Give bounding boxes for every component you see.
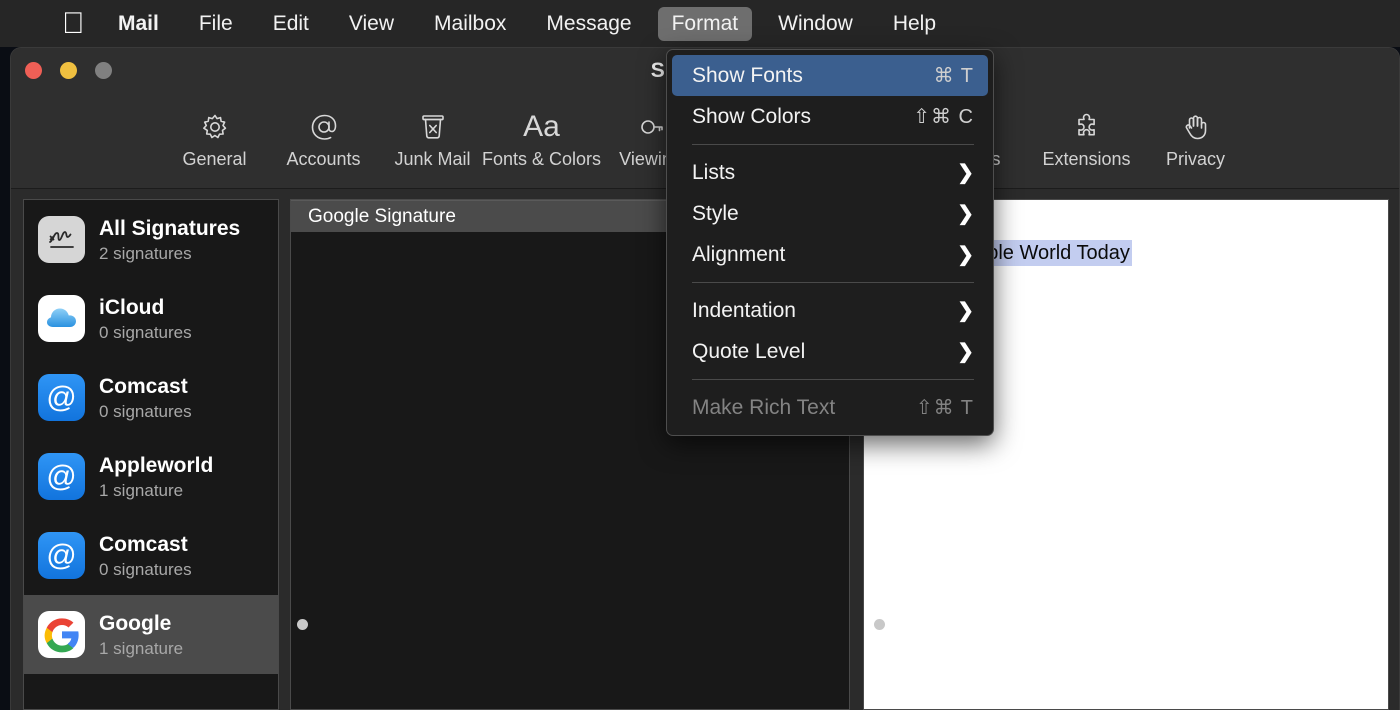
hand-icon bbox=[1179, 103, 1213, 151]
toolbar-item-accounts[interactable]: Accounts bbox=[269, 97, 378, 170]
at-sign-icon: @ bbox=[38, 532, 85, 579]
sidebar-account-name: Appleworld bbox=[99, 453, 213, 478]
accounts-sidebar: All Signatures2 signaturesiCloud0 signat… bbox=[23, 199, 279, 710]
sidebar-account-row[interactable]: iCloud0 signatures bbox=[24, 279, 278, 358]
toolbar-item-extensions[interactable]: Extensions bbox=[1032, 97, 1141, 170]
toolbar-item-privacy[interactable]: Privacy bbox=[1141, 97, 1250, 170]
key-icon bbox=[634, 103, 668, 151]
menu-item-label: Indentation bbox=[692, 299, 957, 323]
sidebar-account-row[interactable]: All Signatures2 signatures bbox=[24, 200, 278, 279]
menu-item-shortcut: ⇧⌘ C bbox=[913, 104, 974, 129]
sidebar-account-name: Comcast bbox=[99, 374, 192, 399]
sidebar-account-name: Google bbox=[99, 611, 183, 636]
sidebar-account-row[interactable]: @ Comcast0 signatures bbox=[24, 516, 278, 595]
at-sign-icon bbox=[307, 103, 341, 151]
menubar-item-mail[interactable]: Mail bbox=[104, 7, 173, 41]
menubar-item-message[interactable]: Message bbox=[532, 7, 645, 41]
menu-item-label: Show Fonts bbox=[692, 64, 934, 88]
sidebar-account-text: Appleworld1 signature bbox=[99, 453, 213, 501]
sidebar-account-count: 1 signature bbox=[99, 638, 183, 659]
menubar-item-view[interactable]: View bbox=[335, 7, 408, 41]
menu-separator bbox=[692, 144, 974, 145]
sidebar-account-name: iCloud bbox=[99, 295, 192, 320]
sidebar-account-text: Google1 signature bbox=[99, 611, 183, 659]
menubar-item-mailbox[interactable]: Mailbox bbox=[420, 7, 520, 41]
menu-item-label: Alignment bbox=[692, 243, 957, 267]
sidebar-account-row[interactable]: @ Comcast0 signatures bbox=[24, 358, 278, 437]
sidebar-account-count: 0 signatures bbox=[99, 322, 192, 343]
sidebar-account-row[interactable]: @ Appleworld1 signature bbox=[24, 437, 278, 516]
sidebar-account-count: 0 signatures bbox=[99, 559, 192, 580]
toolbar-item-label: Privacy bbox=[1166, 149, 1225, 170]
toolbar-item-label: Accounts bbox=[286, 149, 360, 170]
chevron-right-icon: ❯ bbox=[957, 242, 974, 267]
menu-separator bbox=[692, 379, 974, 380]
menu-item-show-colors[interactable]: Show Colors⇧⌘ C bbox=[672, 96, 988, 137]
apple-logo-icon[interactable]:  bbox=[62, 5, 85, 43]
menu-item-label: Make Rich Text bbox=[692, 396, 916, 420]
screen:  Mail File Edit View Mailbox Message Format Wi… bbox=[0, 0, 1400, 710]
sidebar-account-count: 2 signatures bbox=[99, 243, 240, 264]
menubar-items: Mail File Edit View Mailbox Message Format Wind… bbox=[104, 7, 950, 41]
menubar-item-file[interactable]: File bbox=[185, 7, 247, 41]
at-sign-icon: @ bbox=[38, 374, 85, 421]
sidebar-account-count: 0 signatures bbox=[99, 401, 192, 422]
chevron-right-icon: ❯ bbox=[957, 298, 974, 323]
toolbar-item-label: Junk Mail bbox=[394, 149, 470, 170]
chevron-right-icon: ❯ bbox=[957, 201, 974, 226]
menubar-item-help[interactable]: Help bbox=[879, 7, 950, 41]
icloud-icon bbox=[38, 295, 85, 342]
gear-icon bbox=[198, 103, 232, 151]
sidebar-account-text: Comcast0 signatures bbox=[99, 532, 192, 580]
at-sign-icon: @ bbox=[38, 453, 85, 500]
menu-bar:  Mail File Edit View Mailbox Message Format Wi… bbox=[0, 0, 1400, 47]
menubar-item-format[interactable]: Format bbox=[658, 7, 753, 41]
puzzle-icon bbox=[1070, 103, 1104, 151]
toolbar-item-label: Fonts & Colors bbox=[482, 149, 601, 170]
sidebar-account-row[interactable]: Google1 signature bbox=[24, 595, 278, 674]
sidebar-account-text: Comcast0 signatures bbox=[99, 374, 192, 422]
menu-item-shortcut: ⌘ T bbox=[934, 63, 974, 88]
signature-mark-icon bbox=[38, 216, 85, 263]
menu-item-indentation[interactable]: Indentation❯ bbox=[672, 290, 988, 331]
chevron-right-icon: ❯ bbox=[957, 160, 974, 185]
menu-item-alignment[interactable]: Alignment❯ bbox=[672, 234, 988, 275]
menubar-item-window[interactable]: Window bbox=[764, 7, 867, 41]
sidebar-account-text: iCloud0 signatures bbox=[99, 295, 192, 343]
menu-separator bbox=[692, 282, 974, 283]
toolbar-item-junk-mail[interactable]: Junk Mail bbox=[378, 97, 487, 170]
toolbar-item-fonts-colors[interactable]: AaFonts & Colors bbox=[487, 97, 596, 170]
menu-item-label: Quote Level bbox=[692, 340, 957, 364]
toolbar-item-label: General bbox=[182, 149, 246, 170]
menu-item-label: Lists bbox=[692, 161, 957, 185]
menu-item-lists[interactable]: Lists❯ bbox=[672, 152, 988, 193]
menu-item-show-fonts[interactable]: Show Fonts⌘ T bbox=[672, 55, 988, 96]
split-handle-left[interactable] bbox=[297, 619, 308, 630]
sidebar-account-count: 1 signature bbox=[99, 480, 213, 501]
toolbar-item-label: Extensions bbox=[1042, 149, 1130, 170]
google-g-icon bbox=[38, 611, 85, 658]
menu-item-shortcut: ⇧⌘ T bbox=[916, 395, 974, 420]
sidebar-account-name: Comcast bbox=[99, 532, 192, 557]
toolbar-item-general[interactable]: General bbox=[160, 97, 269, 170]
menu-item-style[interactable]: Style❯ bbox=[672, 193, 988, 234]
sidebar-account-text: All Signatures2 signatures bbox=[99, 216, 240, 264]
aa-icon: Aa bbox=[523, 103, 560, 151]
split-handle-right[interactable] bbox=[874, 619, 885, 630]
menubar-item-edit[interactable]: Edit bbox=[259, 7, 323, 41]
menu-item-quote-level[interactable]: Quote Level❯ bbox=[672, 331, 988, 372]
trash-x-icon bbox=[416, 103, 450, 151]
menu-item-make-rich-text: Make Rich Text⇧⌘ T bbox=[672, 387, 988, 428]
sidebar-account-name: All Signatures bbox=[99, 216, 240, 241]
menu-item-label: Show Colors bbox=[692, 105, 913, 129]
chevron-right-icon: ❯ bbox=[957, 339, 974, 364]
format-dropdown-menu[interactable]: Show Fonts⌘ TShow Colors⇧⌘ CLists❯Style❯… bbox=[666, 49, 994, 436]
menu-item-label: Style bbox=[692, 202, 957, 226]
